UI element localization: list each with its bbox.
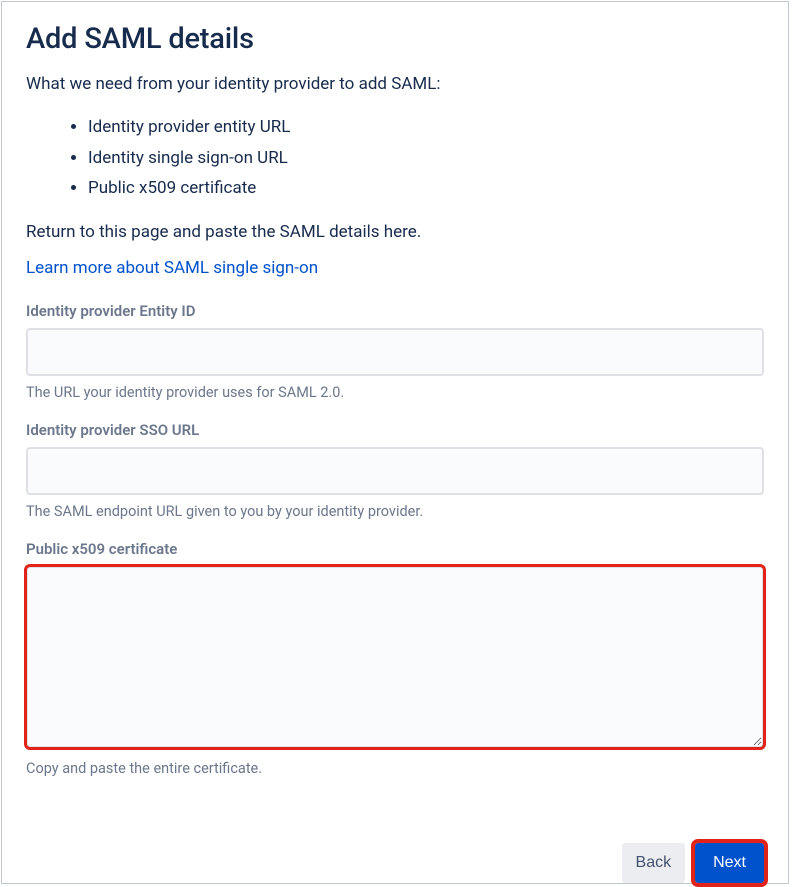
sso-url-input[interactable] <box>26 447 764 495</box>
button-row: Back Next <box>622 843 764 883</box>
certificate-field-group: Public x509 certificate Copy and paste t… <box>26 540 764 777</box>
requirement-item: Identity provider entity URL <box>88 112 764 143</box>
certificate-help: Copy and paste the entire certificate. <box>26 760 764 777</box>
requirement-item: Public x509 certificate <box>88 173 764 204</box>
entity-id-label: Identity provider Entity ID <box>26 302 764 320</box>
page-title: Add SAML details <box>26 22 764 56</box>
requirement-item: Identity single sign-on URL <box>88 143 764 174</box>
return-instruction: Return to this page and paste the SAML d… <box>26 222 764 242</box>
entity-id-help: The URL your identity provider uses for … <box>26 384 764 401</box>
sso-url-label: Identity provider SSO URL <box>26 421 764 439</box>
intro-text: What we need from your identity provider… <box>26 74 764 94</box>
entity-id-field-group: Identity provider Entity ID The URL your… <box>26 302 764 401</box>
back-button[interactable]: Back <box>622 843 686 883</box>
learn-more-link[interactable]: Learn more about SAML single sign-on <box>26 258 318 278</box>
sso-url-help: The SAML endpoint URL given to you by yo… <box>26 503 764 520</box>
saml-details-panel: Add SAML details What we need from your … <box>1 1 789 884</box>
certificate-label: Public x509 certificate <box>26 540 764 558</box>
certificate-textarea[interactable] <box>26 566 764 748</box>
entity-id-input[interactable] <box>26 328 764 376</box>
requirements-list: Identity provider entity URL Identity si… <box>26 112 764 204</box>
next-button[interactable]: Next <box>695 843 764 883</box>
sso-url-field-group: Identity provider SSO URL The SAML endpo… <box>26 421 764 520</box>
